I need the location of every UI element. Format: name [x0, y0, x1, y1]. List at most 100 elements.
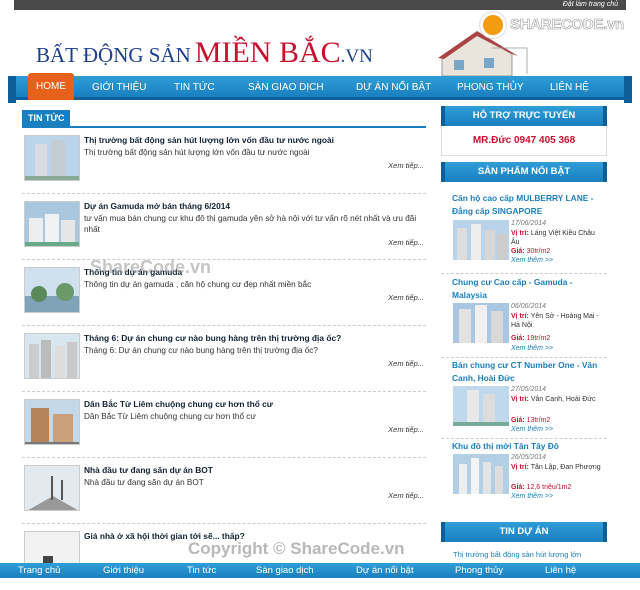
footer-news[interactable]: Tin tức [187, 563, 216, 578]
featured-title[interactable]: Bán chung cư CT Number One - Văn Canh, H… [452, 359, 602, 385]
news-item: Nhà đầu tư đang săn dự án BOT Nhà đầu tư… [22, 462, 426, 524]
news-item: Dân Bắc Từ Liêm chuộng chung cư hơn thổ … [22, 396, 426, 458]
sharecode-logo-text: SHARECODE.vn [510, 16, 625, 34]
location-label: Vị trí: [511, 464, 529, 471]
nav-news[interactable]: TIN TỨC [174, 76, 215, 100]
news-desc: Nhà đầu tư đang săn dự án BOT [84, 478, 204, 487]
nav-exchange[interactable]: SÀN GIAO DỊCH [248, 76, 324, 100]
footer-contact[interactable]: Liên hệ [545, 563, 576, 578]
news-title[interactable]: Nhà đầu tư đang săn dự án BOT [84, 465, 424, 476]
nav-cap-left [8, 76, 16, 103]
sidebar: HỖ TRỢ TRỰC TUYẾN MR.Đức 0947 405 368 SẢ… [441, 106, 607, 558]
news-thumbnail[interactable] [24, 135, 80, 181]
news-title[interactable]: Dân Bắc Từ Liêm chuộng chung cư hơn thổ … [84, 399, 424, 410]
featured-thumbnail[interactable] [453, 386, 509, 426]
footer-nav: Trang chủ Giới thiệu Tin tức Sàn giao dị… [0, 563, 640, 578]
footer-fengshui[interactable]: Phong thủy [455, 563, 503, 578]
featured-thumbnail[interactable] [453, 454, 509, 494]
news-heading: TIN TỨC [22, 110, 426, 128]
footer-exchange[interactable]: Sàn giao dịch [256, 563, 314, 578]
news-column: TIN TỨC Thị trường bất động sản hút lượn… [22, 110, 426, 577]
news-thumbnail[interactable] [24, 201, 80, 247]
featured-item: Căn hộ cao cấp MULBERRY LANE - Đẳng cấp … [441, 192, 607, 274]
news-item: Dự án Gamuda mở bán tháng 6/2014 tư vấn … [22, 198, 426, 260]
location-label: Vị trí: [511, 230, 529, 237]
news-desc: Thông tin dự án gamuda , căn hộ chung cư… [84, 280, 312, 289]
news-desc: tư vấn mua bán chung cư khu đô thị gamud… [84, 214, 417, 234]
location-value: Tân Lập, Đan Phượng [530, 464, 601, 471]
news-item: Thị trường bất động sản hút lượng lớn vố… [22, 132, 426, 194]
location-label: Vị trí: [511, 396, 529, 403]
price-value: 30tr/m2 [526, 248, 551, 255]
featured-more-link[interactable]: Xem thêm >> [511, 257, 553, 264]
read-more-link[interactable]: Xem tiếp... [388, 425, 424, 434]
featured-date: 06/06/2014 [511, 303, 547, 310]
featured-thumbnail[interactable] [453, 303, 509, 343]
nav-featured-projects[interactable]: DỰ ÁN NỔI BẬT [356, 76, 431, 100]
price-value: 12,6 triệu/1m2 [526, 484, 572, 491]
news-thumbnail[interactable] [24, 465, 80, 511]
logo-text-3: .VN [340, 46, 373, 67]
featured-item: Chung cư Cao cấp - Gamuda - Malaysia 06/… [441, 276, 607, 358]
read-more-link[interactable]: Xem tiếp... [388, 238, 424, 247]
read-more-link[interactable]: Xem tiếp... [388, 293, 424, 302]
featured-price: Giá: 30tr/m2 [511, 248, 550, 255]
footer-about[interactable]: Giới thiệu [103, 563, 144, 578]
news-title[interactable]: Tháng 6: Dự án chung cư nào bung hàng tr… [84, 333, 424, 344]
news-desc: Tháng 6: Dự án chung cư nào bung hàng tr… [84, 346, 318, 355]
featured-location: Vị trí: Láng Việt Kiều Châu Âu [511, 229, 603, 247]
nav-about[interactable]: GIỚI THIỆU [92, 76, 147, 100]
read-more-link[interactable]: Xem tiếp... [388, 491, 424, 500]
site-logo[interactable]: BẤT ĐỘNG SẢN MIỀN BẮC.VN [36, 36, 373, 70]
nav-contact[interactable]: LIÊN HỆ [550, 76, 589, 100]
featured-location: Vị trí: Yên Sở - Hoàng Mai - Hà Nội [511, 312, 603, 330]
projects-heading: TIN DỰ ÁN [441, 522, 607, 542]
projects-first-link[interactable]: Thị trường bất động sản hút lượng lớn [453, 550, 581, 559]
featured-price: Giá: 12,6 triệu/1m2 [511, 484, 571, 491]
featured-item: Bán chung cư CT Number One - Văn Canh, H… [441, 359, 607, 439]
news-thumbnail[interactable] [24, 333, 80, 379]
top-bar: Đặt làm trang chủ [14, 0, 626, 10]
price-label: Giá: [511, 484, 525, 491]
logo-text-2: MIỀN BẮC [194, 36, 341, 69]
logo-text-1: BẤT ĐỘNG SẢN [36, 43, 191, 67]
price-label: Giá: [511, 417, 525, 424]
featured-more-link[interactable]: Xem thêm >> [511, 426, 553, 433]
location-label: Vị trí: [511, 313, 529, 320]
read-more-link[interactable]: Xem tiếp... [388, 359, 424, 368]
nav-cap-right [624, 76, 632, 103]
featured-item: Khu đô thị mới Tân Tây Đô 26/05/2014 Vị … [441, 440, 607, 512]
news-item: Giá nhà ở xã hội thời gian tới sẽ... thấ… [22, 528, 426, 590]
nav-home[interactable]: HOME [28, 73, 74, 100]
featured-location: Vị trí: Vân Canh, Hoài Đức [511, 395, 603, 404]
featured-date: 26/05/2014 [511, 454, 547, 461]
featured-thumbnail[interactable] [453, 220, 509, 260]
news-item: Tháng 6: Dự án chung cư nào bung hàng tr… [22, 330, 426, 392]
support-hotline[interactable]: MR.Đức 0947 405 368 [441, 126, 607, 156]
read-more-link[interactable]: Xem tiếp... [388, 161, 424, 170]
news-heading-label: TIN TỨC [22, 110, 71, 126]
support-heading: HỖ TRỢ TRỰC TUYẾN [441, 106, 607, 126]
featured-more-link[interactable]: Xem thêm >> [511, 493, 553, 500]
set-homepage-link[interactable]: Đặt làm trang chủ [563, 0, 618, 10]
footer-home[interactable]: Trang chủ [18, 563, 60, 578]
news-thumbnail[interactable] [24, 267, 80, 313]
featured-location: Vị trí: Tân Lập, Đan Phượng [511, 463, 603, 472]
price-value: 19tr/m2 [526, 335, 551, 342]
footer-featured[interactable]: Dự án nổi bật [356, 563, 414, 578]
news-title[interactable]: Thị trường bất động sản hút lượng lớn vố… [84, 135, 424, 146]
featured-date: 17/06/2014 [511, 220, 547, 227]
main-nav: HOME GIỚI THIỆU TIN TỨC SÀN GIAO DỊCH DỰ… [8, 73, 632, 103]
featured-price: Giá: 19tr/m2 [511, 335, 550, 342]
sharecode-badge-icon [480, 12, 506, 38]
nav-fengshui[interactable]: PHONG THỦY [457, 76, 524, 100]
featured-more-link[interactable]: Xem thêm >> [511, 345, 553, 352]
news-thumbnail[interactable] [24, 399, 80, 445]
news-title[interactable]: Dự án Gamuda mở bán tháng 6/2014 [84, 201, 424, 212]
price-value: 13tr/m2 [526, 417, 551, 424]
featured-title[interactable]: Căn hộ cao cấp MULBERRY LANE - Đẳng cấp … [452, 192, 602, 218]
featured-title[interactable]: Khu đô thị mới Tân Tây Đô [452, 440, 602, 453]
featured-title[interactable]: Chung cư Cao cấp - Gamuda - Malaysia [452, 276, 602, 302]
featured-date: 27/05/2014 [511, 386, 547, 393]
news-desc: Dân Bắc Từ Liêm chuộng chung cư hơn thổ … [84, 412, 256, 421]
